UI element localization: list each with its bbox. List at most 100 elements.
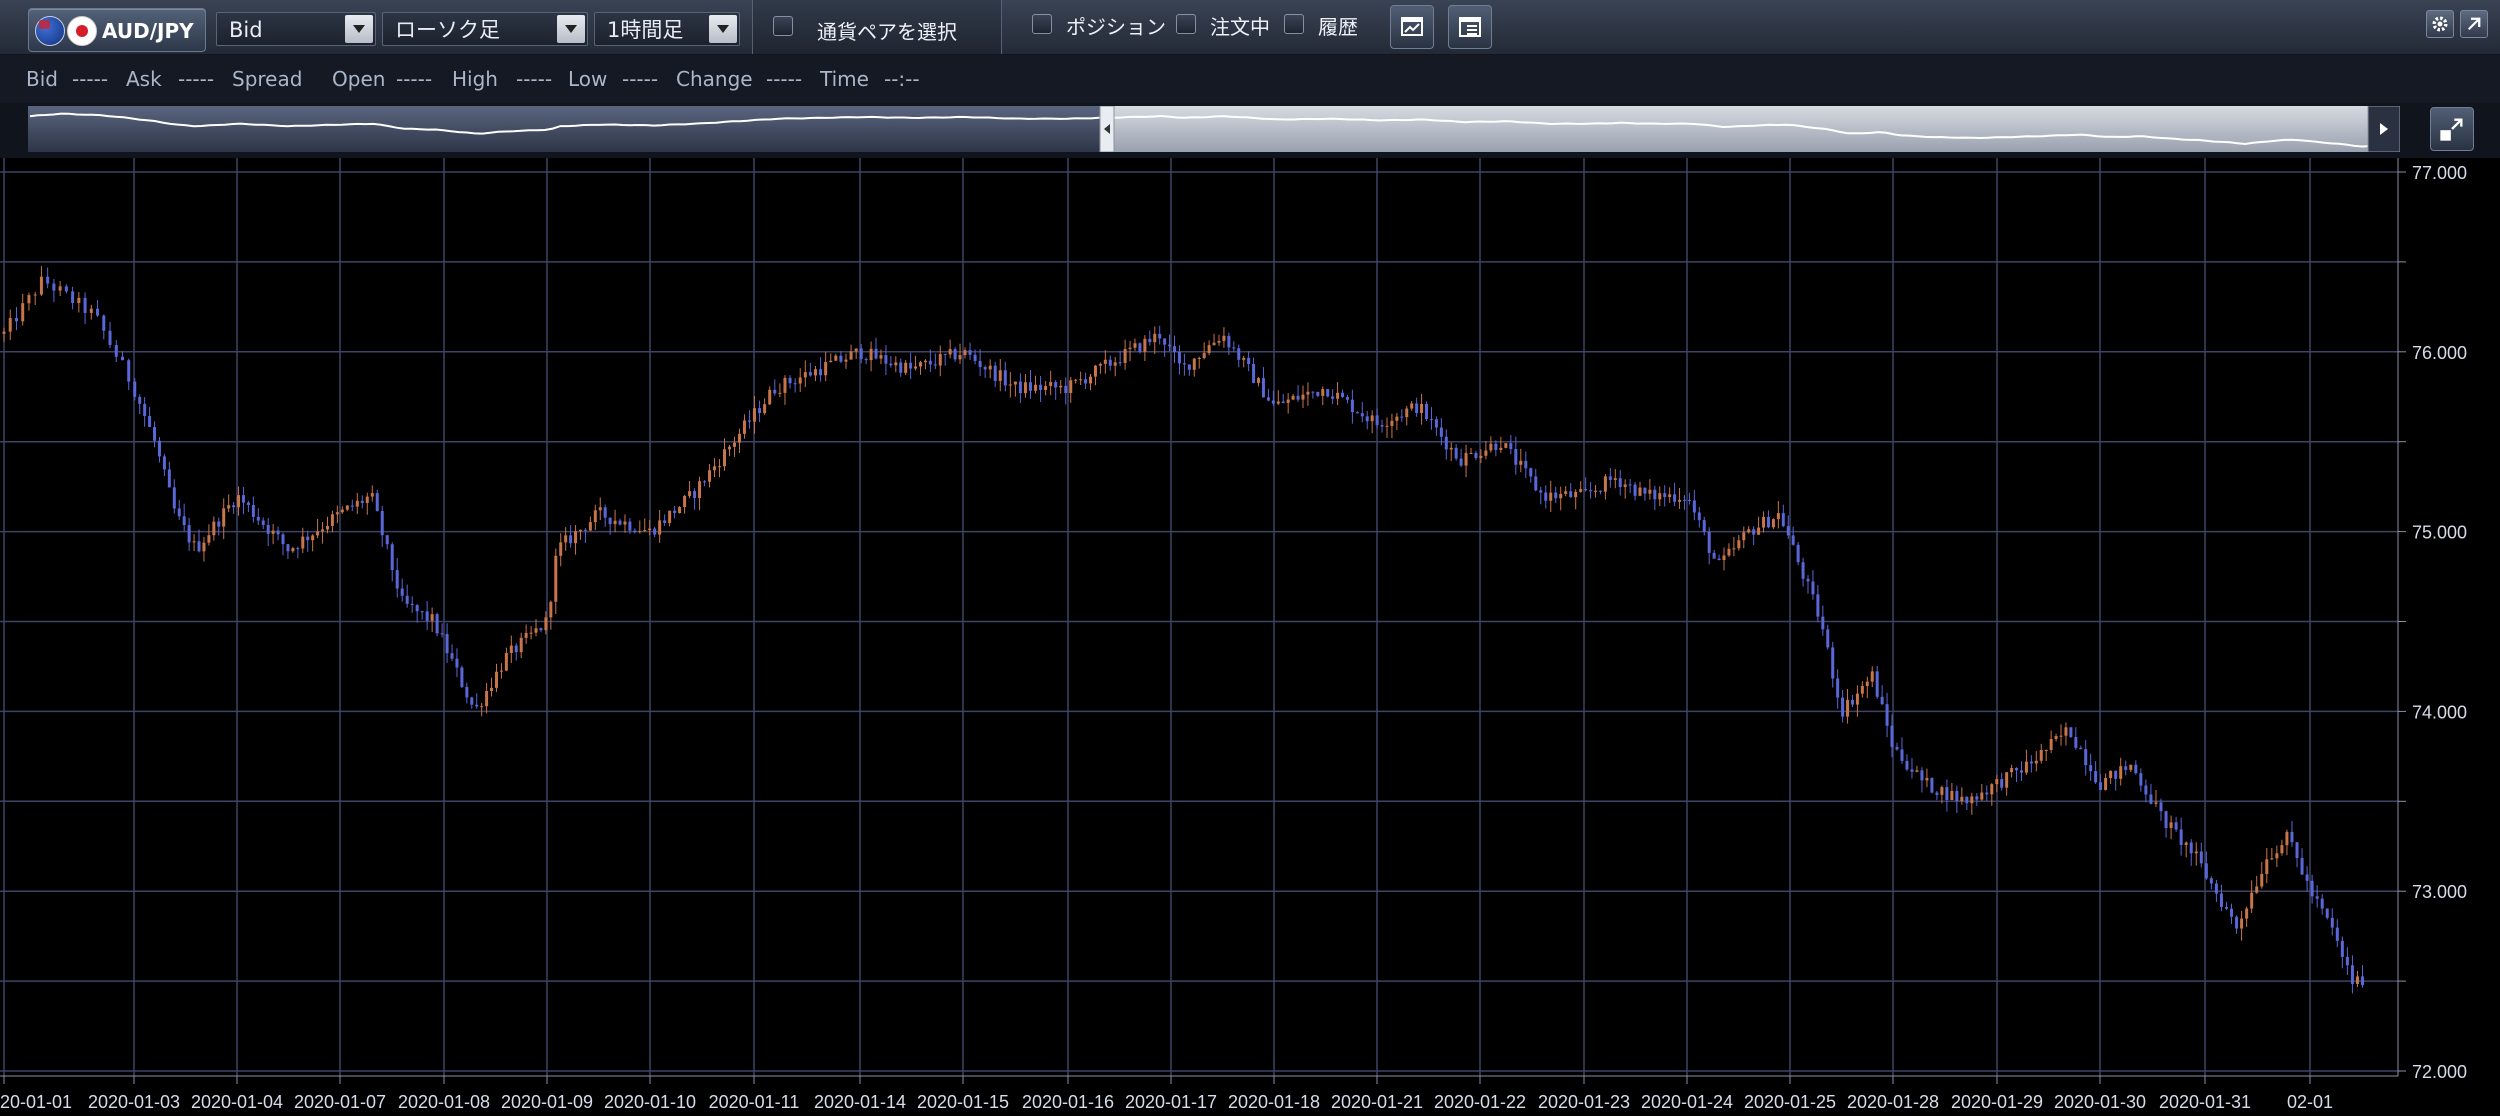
navigator-selected-window[interactable]: [1100, 106, 2400, 152]
candle-body: [2069, 727, 2073, 738]
candle-body: [2089, 765, 2093, 772]
currency-pair-button[interactable]: AUD/JPY: [28, 8, 206, 52]
candle-body: [2245, 908, 2249, 919]
candle-body: [1355, 412, 1359, 414]
candle-body: [1069, 380, 1073, 393]
x-tick-label: 2020-01-03: [88, 1092, 180, 1112]
candle-body: [2019, 770, 2023, 773]
candle-body: [83, 297, 87, 313]
candle-body: [1266, 397, 1270, 401]
candle-body: [271, 530, 275, 534]
candle-body: [1395, 416, 1399, 421]
candle-body: [1712, 552, 1716, 559]
candle-body: [768, 389, 772, 405]
candle-body: [1370, 415, 1374, 422]
timeframe-dropdown[interactable]: 1時間足: [594, 12, 740, 46]
candle-body: [237, 495, 241, 508]
candle-body: [1569, 491, 1573, 498]
candle-body: [1860, 685, 1864, 694]
zoom-toggle-button[interactable]: [2430, 107, 2474, 151]
candle-body: [923, 360, 927, 363]
candle-body: [1890, 725, 1894, 747]
candle-body: [480, 706, 484, 708]
orders-checkbox[interactable]: [1176, 14, 1196, 34]
price-type-dropdown[interactable]: Bid: [216, 12, 376, 46]
candle-body: [2094, 771, 2098, 783]
candle-body: [1365, 416, 1369, 422]
positions-checkbox[interactable]: [1032, 14, 1052, 34]
candle-body: [1390, 420, 1394, 426]
x-tick-label: 2020-01-09: [501, 1092, 593, 1112]
candle-body: [281, 534, 285, 545]
candle-body: [2310, 880, 2314, 897]
candle-body: [455, 658, 459, 668]
chart-type-dropdown[interactable]: ローソク足: [382, 12, 588, 46]
candle-body: [1434, 419, 1438, 428]
candle-body: [998, 370, 1002, 381]
candle-body: [1336, 392, 1340, 399]
candle-body: [1316, 391, 1320, 396]
candle-body: [509, 645, 513, 653]
candle-body: [1123, 348, 1127, 363]
candle-body: [420, 611, 424, 613]
candle-body: [380, 511, 384, 536]
candle-body: [1831, 647, 1835, 679]
y-tick-label: 72.000: [2412, 1062, 2467, 1082]
pair-select-checkbox[interactable]: [773, 16, 793, 36]
candle-body: [21, 303, 25, 322]
popout-button[interactable]: [2460, 10, 2488, 38]
window-list-button[interactable]: [1448, 5, 1492, 49]
candle-body: [2199, 851, 2203, 864]
x-tick-label: 2020-01-21: [1331, 1092, 1423, 1112]
candle-body: [928, 360, 932, 365]
candle-body: [276, 530, 280, 535]
candle-body: [554, 555, 558, 602]
candle-body: [638, 531, 642, 533]
candle-body: [1133, 343, 1137, 348]
chart-window-button[interactable]: [1390, 5, 1434, 49]
candle-body: [1093, 365, 1097, 377]
japan-flag-icon: [67, 16, 97, 46]
change-value: -----: [766, 67, 803, 91]
candle-body: [1286, 399, 1290, 403]
positions-label: ポジション: [1066, 15, 1166, 39]
candle-body: [1128, 347, 1132, 349]
candle-body: [2315, 896, 2319, 899]
candle-body: [1722, 555, 1726, 561]
candle-body: [39, 276, 43, 295]
candle-body: [1479, 455, 1483, 459]
candle-body: [390, 544, 394, 571]
candle-body: [1084, 379, 1088, 384]
currency-pair-label: AUD/JPY: [102, 19, 194, 43]
candle-body: [52, 283, 56, 291]
candle-body: [1227, 335, 1231, 348]
candle-body: [1930, 778, 1934, 793]
candle-body: [261, 520, 265, 525]
candle-body: [108, 330, 112, 345]
candle-body: [1965, 796, 1969, 804]
candle-body: [143, 403, 147, 416]
candle-body: [1915, 770, 1919, 772]
candlestick-chart[interactable]: 77.000 76.000 75.000 74.000 73.000 72.000 20-…: [0, 158, 2500, 1116]
candle-body: [415, 605, 419, 612]
candle-body: [1697, 512, 1701, 521]
candle-body: [2134, 764, 2138, 774]
history-checkbox[interactable]: [1284, 14, 1304, 34]
candle-body: [752, 408, 756, 422]
candle-body: [2084, 749, 2088, 766]
settings-button[interactable]: [2426, 10, 2454, 38]
candle-body: [1187, 364, 1191, 370]
candle-body: [1326, 389, 1330, 397]
candle-body: [618, 520, 622, 525]
pair-select-toggle[interactable]: 通貨ペアを選択: [752, 0, 1002, 54]
quote-info-bar: Bid ----- Ask ----- Spread Open ----- Hi…: [0, 55, 2500, 103]
candle-body: [1380, 425, 1384, 427]
candle-body: [1296, 395, 1300, 400]
candle-body: [869, 348, 873, 361]
range-navigator[interactable]: [28, 106, 2400, 152]
candle-body: [89, 308, 93, 313]
candle-body: [539, 628, 543, 631]
candle-body: [628, 521, 632, 531]
candle-body: [345, 505, 349, 510]
candle-body: [1113, 362, 1117, 366]
